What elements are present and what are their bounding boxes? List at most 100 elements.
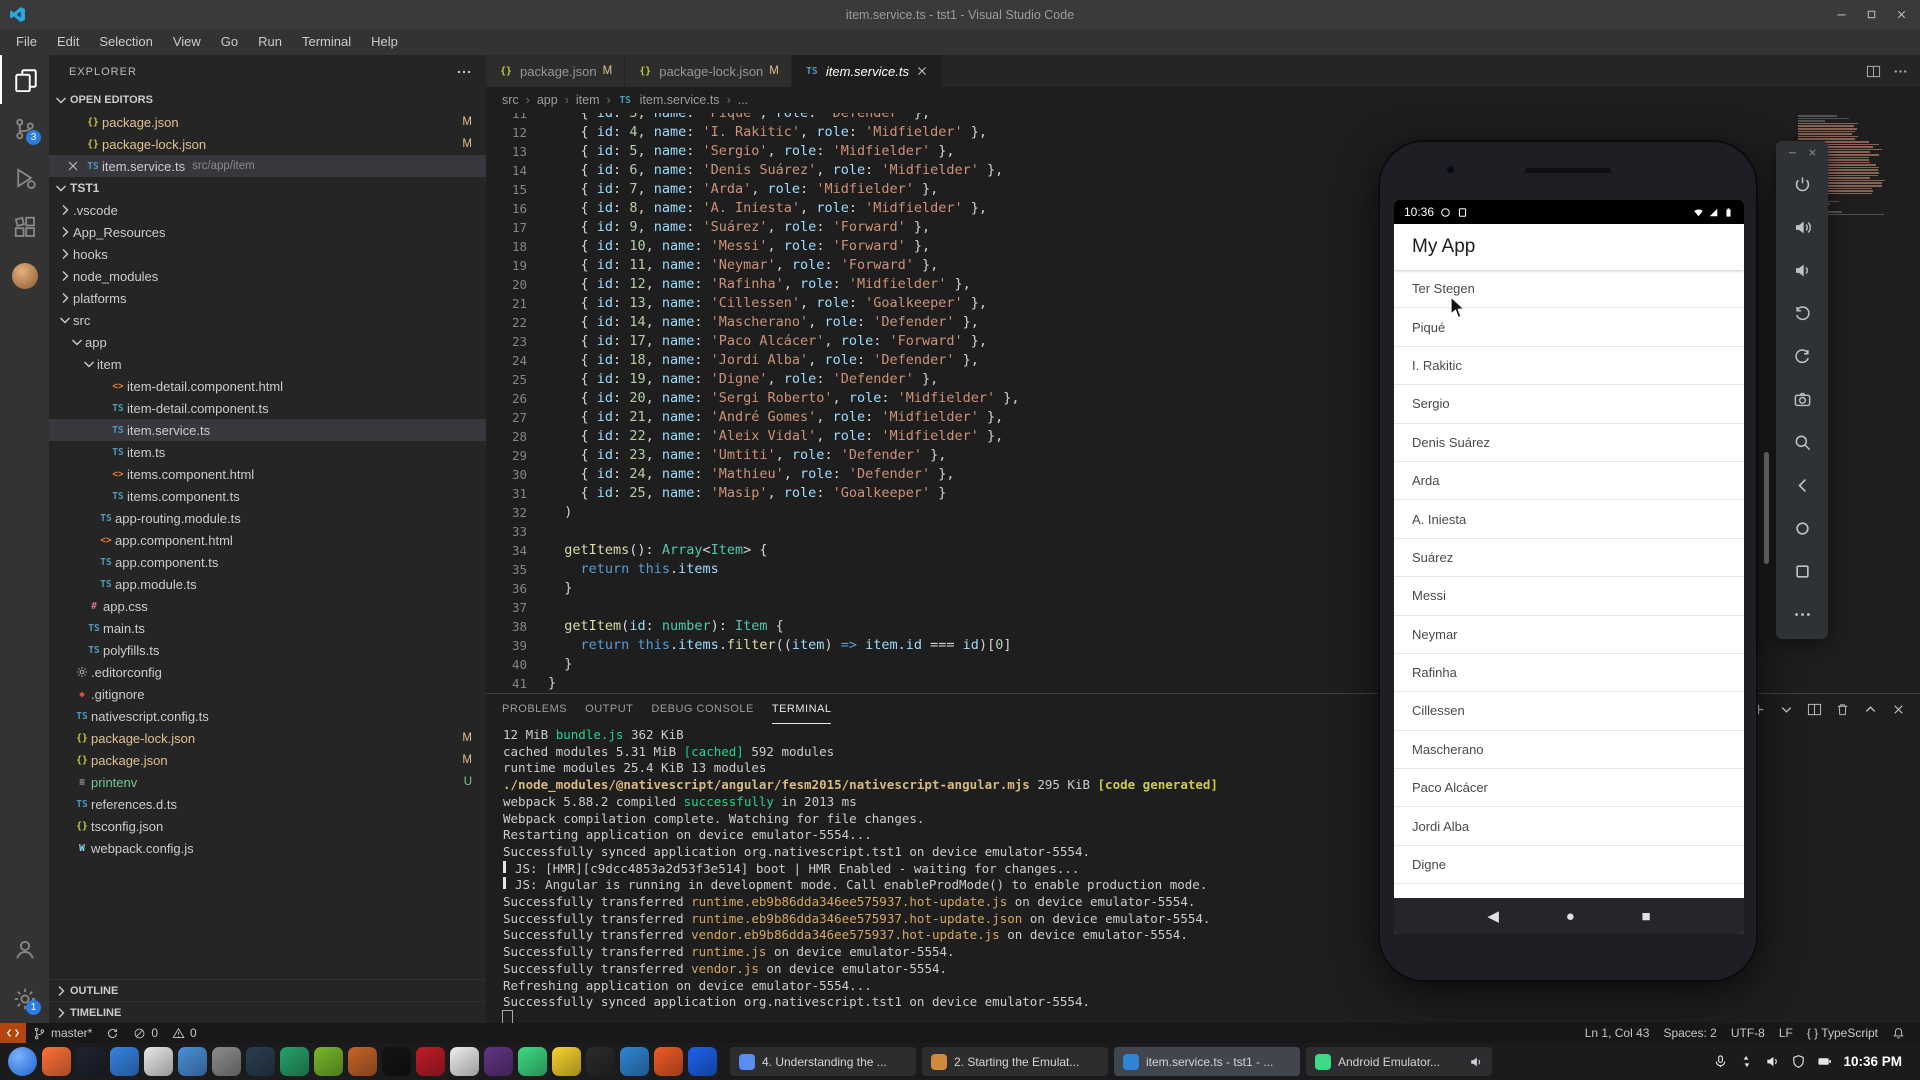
taskbar-app-postman[interactable] [654, 1047, 683, 1076]
activity-extensions[interactable] [0, 202, 49, 251]
folder-tree-item[interactable]: platforms [49, 287, 486, 309]
folder-tree-item[interactable]: item [49, 353, 486, 375]
file-tree-item[interactable]: TSpolyfills.ts [49, 639, 486, 661]
taskbar-window[interactable]: Android Emulator... [1306, 1047, 1492, 1076]
section-outline[interactable]: OUTLINE [49, 979, 486, 1001]
close-editor-icon[interactable] [65, 158, 81, 174]
toolbar-close-icon[interactable] [1807, 147, 1818, 158]
more-actions-icon[interactable] [456, 64, 472, 80]
panel-split-icon[interactable] [1807, 702, 1822, 717]
editor-tab[interactable]: {}package-lock.jsonM [625, 55, 792, 87]
panel-close-icon[interactable] [1891, 702, 1906, 717]
file-tree-item[interactable]: Wwebpack.config.js [49, 837, 486, 859]
list-item[interactable]: Rafinha [1394, 654, 1744, 692]
list-item[interactable]: Cillessen [1394, 692, 1744, 730]
folder-tree-item[interactable]: app [49, 331, 486, 353]
file-tree-item[interactable]: TSitem.ts [49, 441, 486, 463]
tray-battery-icon[interactable] [1817, 1054, 1832, 1069]
panel-chevron-down-icon[interactable] [1779, 702, 1794, 717]
emulator-home-nav-button[interactable] [1776, 507, 1828, 550]
file-tree-item[interactable]: ◆.gitignore [49, 683, 486, 705]
emulator-rotate-left-button[interactable] [1776, 292, 1828, 335]
status-lf[interactable]: LF [1772, 1023, 1800, 1043]
file-tree-item[interactable]: TSmain.ts [49, 617, 486, 639]
taskbar-app-music[interactable] [382, 1047, 411, 1076]
taskbar-app-mail[interactable] [144, 1047, 173, 1076]
panel-chevron-up-icon[interactable] [1863, 702, 1878, 717]
status-error[interactable]: 0 [126, 1023, 165, 1043]
taskbar-app-text-editor[interactable] [212, 1047, 241, 1076]
list-item[interactable]: Ter Stegen [1394, 270, 1744, 308]
taskbar-app-browser[interactable] [246, 1047, 275, 1076]
taskbar-app-android-studio[interactable] [586, 1047, 615, 1076]
taskbar-app-photos[interactable] [552, 1047, 581, 1076]
list-item[interactable]: Digne [1394, 846, 1744, 884]
emulator-volume-up-button[interactable] [1776, 206, 1828, 249]
taskbar-app-terminal[interactable] [76, 1047, 105, 1076]
taskbar-app-help[interactable] [280, 1047, 309, 1076]
editor-tab[interactable]: TSitem.service.ts [792, 55, 942, 87]
status-sync[interactable] [99, 1023, 126, 1043]
menu-item-help[interactable]: Help [361, 29, 408, 55]
open-editor-item[interactable]: {}package-lock.jsonM [49, 133, 486, 155]
file-tree-item[interactable]: .editorconfig [49, 661, 486, 683]
menu-item-edit[interactable]: Edit [47, 29, 89, 55]
folder-tree-item[interactable]: .vscode [49, 199, 486, 221]
status-ln-1-col-43[interactable]: Ln 1, Col 43 [1578, 1023, 1657, 1043]
open-editor-item[interactable]: TSitem.service.tssrc/app/item [49, 155, 486, 177]
tray-volume-icon[interactable] [1765, 1054, 1780, 1069]
status-warning[interactable]: 0 [165, 1023, 204, 1043]
list-item[interactable]: Sergio [1394, 385, 1744, 423]
file-tree-item[interactable]: TSitem.service.ts [49, 419, 486, 441]
file-tree-item[interactable]: TSapp.component.ts [49, 551, 486, 573]
activity-source-control[interactable]: 3 [0, 104, 49, 153]
taskbar-window[interactable]: item.service.ts - tst1 - ... [1114, 1047, 1300, 1076]
list-item[interactable]: A. Iniesta [1394, 500, 1744, 538]
list-item[interactable]: I. Rakitic [1394, 347, 1744, 385]
file-tree-item[interactable]: #app.css [49, 595, 486, 617]
list-item[interactable]: Piqué [1394, 308, 1744, 346]
file-tree-item[interactable]: <>item-detail.component.html [49, 375, 486, 397]
menu-item-terminal[interactable]: Terminal [292, 29, 361, 55]
open-editors-header[interactable]: OPEN EDITORS [49, 89, 486, 111]
emulator-more-button[interactable] [1776, 593, 1828, 636]
emulator-back-nav-button[interactable] [1776, 464, 1828, 507]
section-timeline[interactable]: TIMELINE [49, 1001, 486, 1023]
editor-more-actions-icon[interactable] [1893, 64, 1908, 79]
file-tree-item[interactable]: {}package-lock.jsonM [49, 727, 486, 749]
panel-tab-problems[interactable]: PROBLEMS [502, 694, 567, 724]
list-item[interactable]: Paco Alcácer [1394, 769, 1744, 807]
taskbar-app-thunderbird[interactable] [348, 1047, 377, 1076]
nav-overview-button[interactable]: ■ [1642, 908, 1651, 925]
menu-item-file[interactable]: File [6, 29, 47, 55]
emulator-power-button[interactable] [1776, 163, 1828, 206]
folder-tree-item[interactable]: hooks [49, 243, 486, 265]
breadcrumb-item[interactable]: app [537, 93, 558, 107]
folder-tree-item[interactable]: src [49, 309, 486, 331]
list-item[interactable]: Arda [1394, 462, 1744, 500]
status-bell[interactable] [1885, 1023, 1912, 1043]
activity-run-debug[interactable] [0, 153, 49, 202]
breadcrumb-item[interactable]: item [576, 93, 600, 107]
menu-item-selection[interactable]: Selection [89, 29, 162, 55]
window-maximize-icon[interactable] [1865, 8, 1878, 21]
emulator-screenshot-button[interactable] [1776, 378, 1828, 421]
breadcrumb-item[interactable]: src [502, 93, 519, 107]
activity-settings[interactable]: 1 [0, 974, 49, 1023]
remote-indicator[interactable] [0, 1023, 26, 1043]
file-tree-item[interactable]: <>items.component.html [49, 463, 486, 485]
taskbar-app-android[interactable] [518, 1047, 547, 1076]
menu-item-go[interactable]: Go [211, 29, 248, 55]
nav-back-button[interactable]: ◀ [1487, 907, 1499, 925]
panel-tab-output[interactable]: OUTPUT [585, 694, 633, 724]
file-tree-item[interactable]: ≡printenvU [49, 771, 486, 793]
taskbar-app-downloads[interactable] [416, 1047, 445, 1076]
list-item[interactable]: Suárez [1394, 539, 1744, 577]
file-tree-item[interactable]: <>app.component.html [49, 529, 486, 551]
list-item[interactable]: Mascherano [1394, 731, 1744, 769]
emulator-rotate-right-button[interactable] [1776, 335, 1828, 378]
emulator-overview-nav-button[interactable] [1776, 550, 1828, 593]
nav-home-button[interactable]: ● [1566, 908, 1575, 925]
toolbar-minimize-icon[interactable] [1787, 147, 1798, 158]
status-utf-8[interactable]: UTF-8 [1724, 1023, 1772, 1043]
